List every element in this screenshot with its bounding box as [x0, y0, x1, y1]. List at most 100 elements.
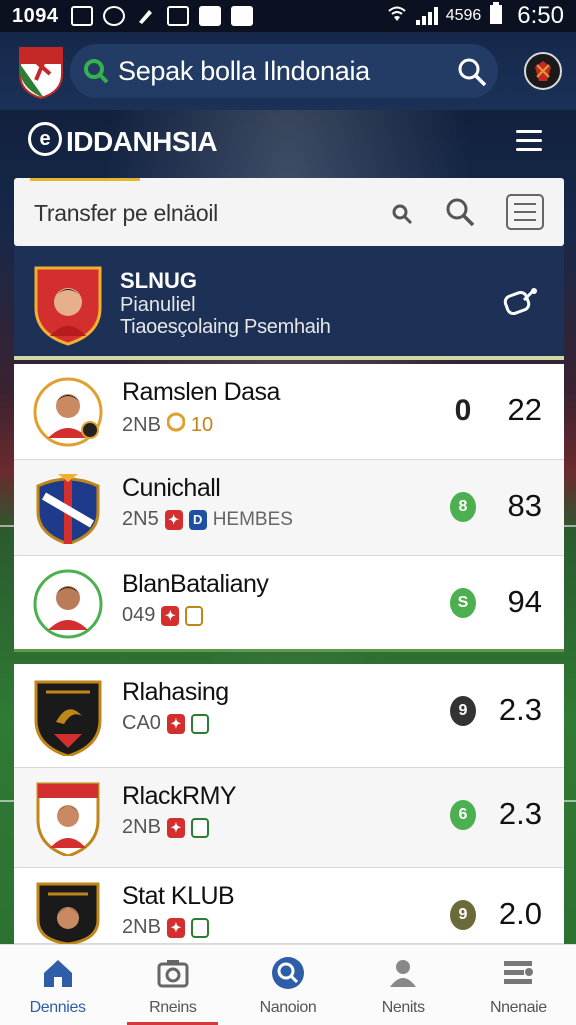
featured-club-subtitle: Pianuliel [120, 294, 196, 316]
app-search-bar[interactable]: Sepak bolla Ilndonaia [70, 44, 498, 98]
status-right: 4596 6:50 [386, 2, 564, 30]
home-icon [40, 955, 76, 991]
small-search-icon[interactable] [390, 202, 414, 226]
notification-icons [70, 6, 253, 26]
player-avatar [32, 568, 104, 640]
photo-notification-icon [198, 6, 221, 26]
club-extra: 10 [190, 413, 214, 436]
message-notification-icon [102, 6, 125, 26]
nav-label: Nenits [381, 999, 425, 1016]
club-name: BlanBataliany [122, 570, 269, 598]
club-crest-icon [32, 880, 104, 946]
edit-link-icon[interactable] [502, 286, 540, 320]
red-badge-icon: ✦ [161, 605, 180, 626]
club-code: 2NB [122, 413, 161, 436]
calendar-notification-icon [166, 6, 189, 26]
club-crest-icon [32, 780, 104, 858]
brand-row: e IDDANHSIA [0, 110, 576, 178]
menu-icon[interactable] [516, 130, 542, 154]
flag-logo-icon[interactable] [16, 44, 66, 100]
status-time: 1094 [12, 4, 59, 27]
yellow-badge-icon [185, 605, 204, 626]
club-row[interactable]: BlanBataliany 049 ✦ S 94 [14, 556, 564, 652]
club-name: Ramslen Dasa [122, 378, 280, 406]
club-row[interactable]: Cunichall 2N5 ✦ D HEMBES 8 83 [14, 460, 564, 556]
status-indicator: 8 [450, 492, 476, 522]
nav-item-search[interactable]: Nanoion [230, 945, 345, 1025]
club-code: CA0 [122, 712, 161, 734]
club-row[interactable]: Rlahasing CA0 ✦ 9 2.3 [14, 664, 564, 768]
status-indicator: 0 [454, 394, 472, 427]
nav-item-media[interactable]: Rneins [115, 945, 230, 1025]
nav-label: Nnenaie [490, 999, 547, 1016]
wifi-icon [386, 3, 408, 29]
club-name: RlackRMY [122, 782, 237, 810]
club-meta: CA0 ✦ [122, 712, 209, 735]
red-badge-icon: ✦ [166, 817, 185, 838]
app-bar: Sepak bolla Ilndonaia [0, 32, 576, 110]
blue-badge-icon: D [188, 509, 207, 530]
search-leading-icon [82, 57, 110, 85]
signal-icon [415, 7, 438, 25]
status-indicator: 6 [450, 800, 476, 830]
battery-text: 4596 [445, 7, 482, 24]
club-row[interactable]: RlackRMY 2NB ✦ 6 2.3 [14, 768, 564, 868]
status-clock: 6:50 [517, 2, 564, 29]
transfer-search-label: Transfer pe elnäoil [34, 200, 218, 226]
club-name: Stat KLUB [122, 882, 235, 910]
club-score: 2.3 [498, 796, 542, 831]
bottom-navigation: Dennies Rneins Nanoion Nenits Nnenaie [0, 944, 576, 1025]
club-code: 2NB [122, 916, 161, 938]
list-view-icon[interactable] [506, 194, 544, 230]
camera-icon [155, 955, 191, 991]
status-indicator: S [450, 588, 476, 618]
list-icon [500, 955, 536, 991]
club-meta: 2NB ✦ [122, 816, 209, 839]
search-icon[interactable] [444, 196, 476, 228]
green-badge-icon [190, 817, 209, 838]
nav-label: Nanoion [259, 999, 317, 1016]
club-emblem-icon [535, 61, 551, 81]
player-avatar [32, 376, 104, 448]
nav-item-home[interactable]: Dennies [0, 945, 115, 1025]
club-meta: 2N5 ✦ D HEMBES [122, 508, 293, 531]
club-crest-icon [32, 676, 104, 758]
club-code: 049 [122, 604, 156, 626]
status-indicator: 9 [450, 696, 476, 726]
club-row[interactable]: Stat KLUB 2NB ✦ 9 2.0 [14, 868, 564, 946]
status-bar: 1094 4596 6:50 [0, 0, 576, 32]
players-icon [385, 955, 421, 991]
red-badge-icon: ✦ [164, 509, 183, 530]
brand-logo-icon: e [28, 122, 62, 156]
red-badge-icon: ✦ [166, 713, 185, 734]
battery-icon [489, 2, 503, 30]
transfer-search-card[interactable]: Transfer pe elnäoil [14, 178, 564, 246]
league-badge-icon [166, 412, 186, 438]
club-code: 2NB [122, 816, 161, 838]
club-score: 94 [507, 584, 542, 619]
club-name: Rlahasing [122, 678, 229, 706]
club-score: 2.3 [498, 692, 542, 727]
image-notification-icon [70, 6, 93, 26]
club-meta: 049 ✦ [122, 604, 204, 627]
club-meta: 2NB ✦ [122, 916, 209, 939]
green-badge-icon [190, 917, 209, 938]
app-title: Sepak bolla Ilndonaia [118, 55, 370, 86]
profile-avatar-button[interactable] [524, 52, 562, 90]
play-notification-icon [230, 6, 253, 26]
status-indicator: 9 [450, 900, 476, 930]
search-icon[interactable] [456, 56, 488, 88]
club-extra: HEMBES [212, 508, 293, 530]
brand-name: IDDANHSIA [66, 126, 218, 157]
club-crest-icon [32, 472, 104, 546]
nav-item-players[interactable]: Nenits [346, 945, 461, 1025]
club-code: 2N5 [122, 508, 159, 530]
club-meta: 2NB 10 [122, 412, 213, 438]
club-crest-icon [32, 264, 104, 346]
featured-club-row[interactable]: SLNUG Pianuliel Tiaoesçolaing Psemhaih [14, 246, 564, 360]
tab-indicator [30, 178, 140, 181]
club-score: 22 [507, 392, 542, 427]
featured-club-title: SLNUG [120, 268, 197, 293]
club-row[interactable]: Ramslen Dasa 2NB 10 0 22 [14, 364, 564, 460]
nav-item-more[interactable]: Nnenaie [461, 945, 576, 1025]
